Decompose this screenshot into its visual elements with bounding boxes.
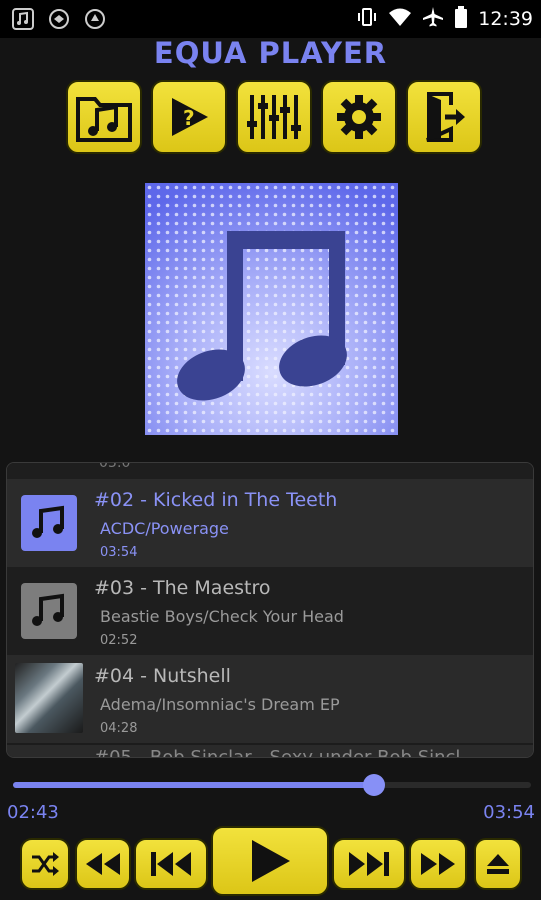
wifi-icon <box>388 7 412 31</box>
fast-forward-icon <box>421 853 455 875</box>
fast-rewind-button[interactable] <box>75 838 131 890</box>
settings-button[interactable] <box>321 80 397 154</box>
list-item-partial[interactable]: #05 - Bob Sinclar - Sexy under Bob Sincl <box>7 745 533 758</box>
equalizer-icon <box>247 95 301 139</box>
previous-button[interactable] <box>134 838 208 890</box>
track-artist: ACDC/Powerage <box>100 519 229 538</box>
app-icon <box>46 6 72 32</box>
fast-rewind-icon <box>86 853 120 875</box>
eject-icon <box>487 854 509 874</box>
music-note-icon <box>145 183 398 435</box>
track-artist: Beastie Boys/Check Your Head <box>100 607 344 626</box>
list-item-partial[interactable]: 03:0 <box>7 463 533 479</box>
seek-bar[interactable] <box>13 774 531 796</box>
folder-music-icon <box>76 97 132 142</box>
track-title: #05 - Bob Sinclar - Sexy under Bob Sincl <box>94 747 461 758</box>
airplane-icon <box>422 6 444 32</box>
vibrate-icon <box>356 6 378 32</box>
total-time: 03:54 <box>483 802 535 823</box>
album-cover-thumbnail <box>15 663 83 733</box>
track-duration: 04:28 <box>100 721 138 736</box>
music-note-icon <box>10 6 36 32</box>
list-item-active[interactable]: #02 - Kicked in The Teeth ACDC/Powerage … <box>7 479 533 567</box>
playlist[interactable]: 03:0 #02 - Kicked in The Teeth ACDC/Powe… <box>6 462 534 758</box>
album-art <box>145 183 398 435</box>
music-note-icon <box>21 495 77 551</box>
shuffle-button[interactable] <box>20 838 70 890</box>
exit-button[interactable] <box>406 80 482 154</box>
next-button[interactable] <box>332 838 406 890</box>
skip-previous-icon <box>151 852 191 876</box>
seek-thumb[interactable] <box>362 774 385 796</box>
fast-forward-button[interactable] <box>409 838 467 890</box>
library-button[interactable] <box>66 80 142 154</box>
exit-icon <box>426 92 465 142</box>
play-icon <box>252 840 290 882</box>
list-item[interactable]: #04 - Nutshell Adema/Insomniac's Dream E… <box>7 655 533 743</box>
status-time: 12:39 <box>478 8 533 30</box>
track-title: #02 - Kicked in The Teeth <box>94 489 338 511</box>
settings-gear-icon <box>337 95 381 139</box>
equalizer-button[interactable] <box>236 80 312 154</box>
app-title: EQUA PLAYER <box>153 36 388 70</box>
skip-next-icon <box>349 852 389 876</box>
toolbar: ? <box>66 80 482 154</box>
play-button[interactable] <box>211 826 329 896</box>
track-duration: 03:0 <box>99 463 131 471</box>
play-help-icon: ? <box>172 98 208 136</box>
now-playing-help-button[interactable]: ? <box>151 80 227 154</box>
shuffle-icon <box>32 852 59 876</box>
svg-text:?: ? <box>183 106 195 130</box>
track-duration: 02:52 <box>100 633 138 648</box>
battery-icon <box>454 6 468 32</box>
track-duration: 03:54 <box>100 545 138 560</box>
status-bar: 12:39 <box>0 0 541 38</box>
list-item[interactable]: #03 - The Maestro Beastie Boys/Check You… <box>7 567 533 655</box>
track-artist: Adema/Insomniac's Dream EP <box>100 695 340 714</box>
app-icon-2 <box>82 6 108 32</box>
track-title: #03 - The Maestro <box>94 577 271 599</box>
elapsed-time: 02:43 <box>7 802 59 823</box>
track-title: #04 - Nutshell <box>94 665 231 687</box>
seek-progress <box>13 782 374 788</box>
music-note-icon <box>21 583 77 639</box>
eject-button[interactable] <box>474 838 522 890</box>
